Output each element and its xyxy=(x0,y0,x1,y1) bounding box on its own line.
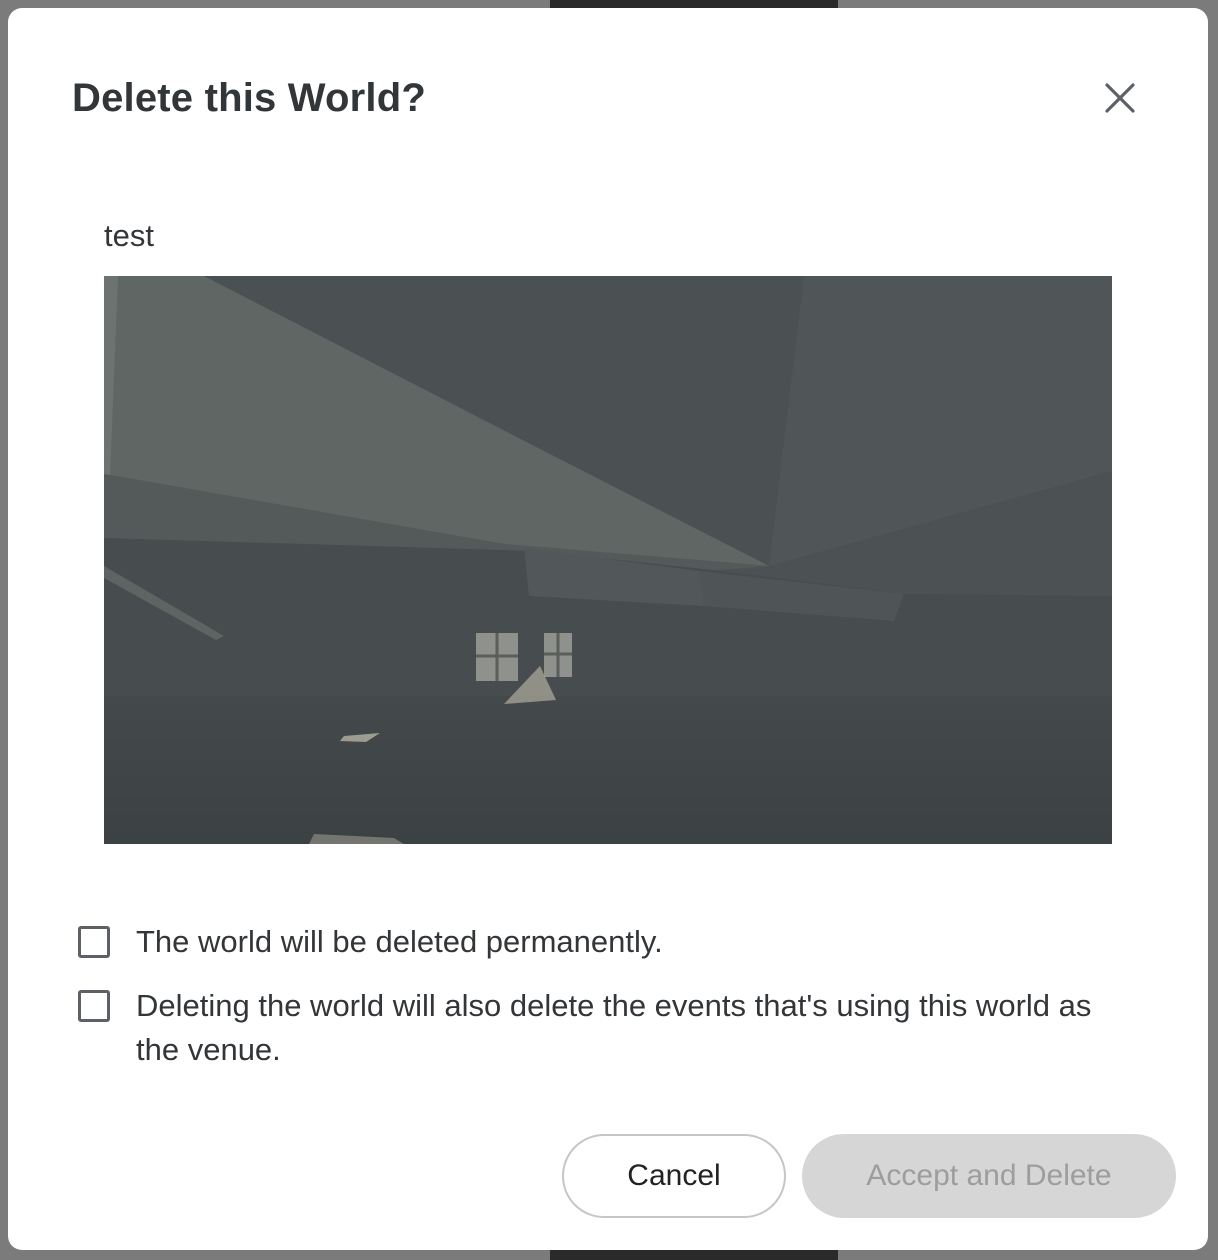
close-icon xyxy=(1105,83,1135,113)
confirm-events-delete-label: Deleting the world will also delete the … xyxy=(136,988,1092,1067)
checkbox-events-delete[interactable] xyxy=(78,990,110,1022)
close-button[interactable] xyxy=(1096,74,1144,122)
confirm-permanent-delete[interactable]: The world will be deleted permanently. xyxy=(78,920,1116,964)
world-name: test xyxy=(104,218,154,253)
cancel-button[interactable]: Cancel xyxy=(562,1134,786,1218)
confirm-events-delete[interactable]: Deleting the world will also delete the … xyxy=(78,984,1116,1072)
accept-and-delete-button[interactable]: Accept and Delete xyxy=(802,1134,1176,1218)
dialog-title: Delete this World? xyxy=(72,76,427,120)
checkbox-permanent-delete[interactable] xyxy=(78,926,110,958)
delete-world-dialog: Delete this World? test The world will b… xyxy=(8,8,1208,1250)
confirm-permanent-delete-label: The world will be deleted permanently. xyxy=(136,924,663,959)
world-preview-image xyxy=(104,276,1112,844)
